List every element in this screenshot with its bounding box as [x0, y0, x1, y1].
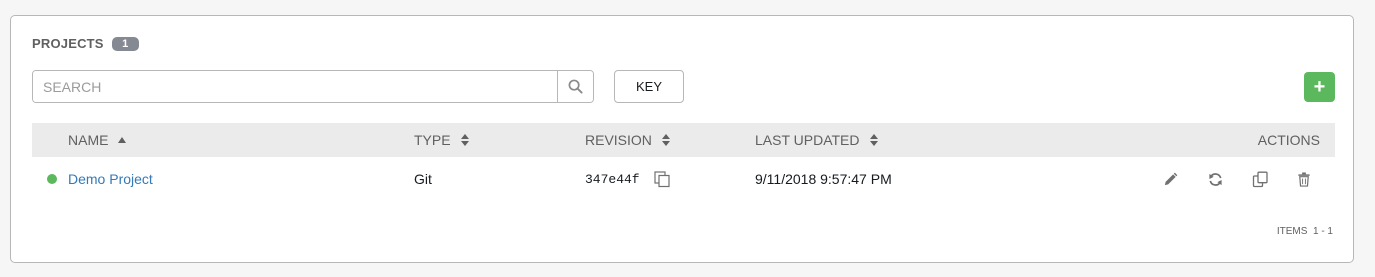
column-header-actions: ACTIONS	[1258, 123, 1320, 157]
copy-icon	[1252, 171, 1268, 187]
project-type-cell: Git	[414, 162, 432, 196]
status-indicator	[47, 162, 57, 196]
table-row: Demo Project Git 347e44f 9/11/2018 9:57:…	[32, 162, 1335, 196]
column-header-revision[interactable]: REVISION	[585, 123, 670, 157]
project-type: Git	[414, 171, 432, 187]
edit-button[interactable]	[1160, 162, 1180, 196]
last-updated-value: 9/11/2018 9:57:47 PM	[755, 171, 892, 187]
delete-icon	[1298, 171, 1310, 187]
column-header-name-label: NAME	[68, 132, 109, 148]
count-badge: 1	[111, 36, 139, 51]
panel-title: PROJECTS	[32, 36, 104, 51]
column-header-actions-label: ACTIONS	[1257, 132, 1320, 148]
projects-panel: PROJECTS 1 KEY + NAME TYPE REVISION	[10, 15, 1354, 263]
column-header-type-label: TYPE	[414, 132, 451, 148]
pagination-info: ITEMS 1 - 1	[1277, 226, 1333, 237]
sort-asc-icon	[118, 137, 127, 143]
column-header-name[interactable]: NAME	[68, 123, 127, 157]
edit-icon	[1164, 172, 1177, 185]
sort-icon	[869, 134, 878, 146]
project-name-cell: Demo Project	[68, 162, 153, 196]
panel-header: PROJECTS 1	[32, 36, 139, 51]
column-header-last-updated-label: LAST UPDATED	[755, 132, 860, 148]
revision-cell: 347e44f	[585, 162, 671, 196]
project-name-link[interactable]: Demo Project	[68, 171, 153, 187]
revision-hash: 347e44f	[585, 171, 640, 187]
key-button[interactable]: KEY	[614, 70, 684, 103]
items-label: ITEMS	[1276, 226, 1308, 237]
search-input[interactable]	[33, 71, 557, 102]
items-range: 1 - 1	[1312, 226, 1333, 237]
column-header-type[interactable]: TYPE	[414, 123, 469, 157]
sort-icon	[460, 134, 469, 146]
copy-project-button[interactable]	[1250, 162, 1270, 196]
delete-button[interactable]	[1294, 162, 1314, 196]
status-success-icon	[47, 174, 57, 184]
add-button[interactable]: +	[1304, 72, 1335, 102]
copy-revision-icon[interactable]	[654, 170, 671, 188]
column-header-revision-label: REVISION	[585, 132, 652, 148]
sort-icon	[661, 134, 670, 146]
search-button[interactable]	[557, 71, 593, 102]
column-header-last-updated[interactable]: LAST UPDATED	[755, 123, 878, 157]
sync-icon	[1208, 172, 1222, 186]
table-header: NAME TYPE REVISION LAST UPDATED ACTIONS	[32, 123, 1335, 157]
search-icon	[568, 79, 583, 94]
search-bar	[32, 70, 594, 103]
sync-button[interactable]	[1205, 162, 1225, 196]
last-updated-cell: 9/11/2018 9:57:47 PM	[755, 162, 892, 196]
